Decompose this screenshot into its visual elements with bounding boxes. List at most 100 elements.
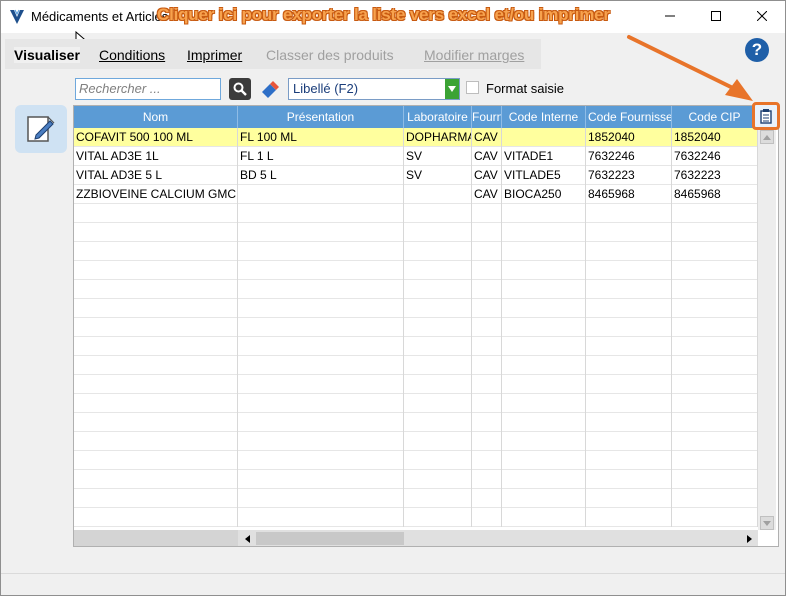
table-row-empty xyxy=(74,470,758,489)
column-header-fournisseur[interactable]: Fourn xyxy=(472,106,502,128)
cell-nom xyxy=(74,432,238,451)
table-row-empty xyxy=(74,242,758,261)
tab-conditions[interactable]: Conditions xyxy=(99,47,165,63)
column-header-presentation[interactable]: Présentation xyxy=(238,106,404,128)
cell-code-fournisseur xyxy=(586,451,672,470)
scroll-down-button[interactable] xyxy=(760,516,774,530)
table-row-empty xyxy=(74,204,758,223)
cell-code-fournisseur xyxy=(586,261,672,280)
horizontal-scroll-filler xyxy=(74,530,238,546)
vertical-scrollbar[interactable] xyxy=(758,128,776,530)
cell-presentation xyxy=(238,204,404,223)
cell-laboratoire xyxy=(404,375,472,394)
cell-fournisseur xyxy=(472,394,502,413)
cell-fournisseur xyxy=(472,299,502,318)
tab-visualiser[interactable]: Visualiser xyxy=(14,47,80,63)
cell-code-fournisseur xyxy=(586,375,672,394)
cell-fournisseur: CAV xyxy=(472,166,502,185)
cell-code-interne xyxy=(502,432,586,451)
table-row[interactable]: VITAL AD3E 5 L BD 5 L SV CAV VITLADE5 7632223… xyxy=(74,166,758,185)
cell-code-cip xyxy=(672,413,758,432)
sort-field-value: Libellé (F2) xyxy=(293,81,359,96)
cell-presentation xyxy=(238,356,404,375)
close-button[interactable] xyxy=(739,1,785,31)
cell-code-interne xyxy=(502,280,586,299)
cell-presentation xyxy=(238,280,404,299)
cell-code-fournisseur xyxy=(586,299,672,318)
cell-code-cip xyxy=(672,299,758,318)
cell-nom: VITAL AD3E 1L xyxy=(74,147,238,166)
scroll-left-button[interactable] xyxy=(240,532,254,545)
cell-nom xyxy=(74,318,238,337)
menu-tab-bar: Visualiser Conditions Imprimer Classer d… xyxy=(5,39,541,69)
table-row[interactable]: COFAVIT 500 100 ML FL 100 ML DOPHARMA CAV 18… xyxy=(74,128,758,147)
cell-fournisseur xyxy=(472,223,502,242)
cell-code-fournisseur xyxy=(586,318,672,337)
cell-laboratoire xyxy=(404,508,472,527)
horizontal-scroll-thumb[interactable] xyxy=(256,532,404,545)
column-header-code-interne[interactable]: Code Interne xyxy=(502,106,586,128)
cell-laboratoire: SV xyxy=(404,147,472,166)
tab-imprimer[interactable]: Imprimer xyxy=(187,47,242,63)
cell-presentation: FL 100 ML xyxy=(238,128,404,147)
cell-laboratoire xyxy=(404,318,472,337)
table-row-empty xyxy=(74,394,758,413)
cell-code-fournisseur: 8465968 xyxy=(586,185,672,204)
cell-code-fournisseur xyxy=(586,470,672,489)
cell-code-cip: 7632223 xyxy=(672,166,758,185)
table-row-empty xyxy=(74,432,758,451)
search-icon xyxy=(233,82,247,96)
scroll-right-button[interactable] xyxy=(742,532,756,545)
cell-code-cip xyxy=(672,451,758,470)
cell-code-fournisseur xyxy=(586,356,672,375)
cell-code-fournisseur xyxy=(586,508,672,527)
column-header-laboratoire[interactable]: Laboratoire xyxy=(404,106,472,128)
chevron-down-icon[interactable] xyxy=(445,79,459,99)
cell-code-fournisseur xyxy=(586,489,672,508)
sort-field-select[interactable]: Libellé (F2) xyxy=(288,78,460,100)
minimize-button[interactable] xyxy=(647,1,693,31)
table-row-empty xyxy=(74,299,758,318)
scroll-up-button[interactable] xyxy=(760,130,774,144)
table-row-empty xyxy=(74,261,758,280)
maximize-button[interactable] xyxy=(693,1,739,31)
cell-code-fournisseur: 7632246 xyxy=(586,147,672,166)
cell-fournisseur xyxy=(472,242,502,261)
column-header-code-cip[interactable]: Code CIP xyxy=(672,106,758,128)
eraser-icon[interactable] xyxy=(259,79,279,99)
cell-code-cip xyxy=(672,280,758,299)
table-row[interactable]: VITAL AD3E 1L FL 1 L SV CAV VITADE1 7632246 76… xyxy=(74,147,758,166)
cell-laboratoire xyxy=(404,432,472,451)
tab-classer-produits[interactable]: Classer des produits xyxy=(266,47,394,63)
cell-presentation xyxy=(238,318,404,337)
cell-code-fournisseur xyxy=(586,223,672,242)
format-saisie-checkbox[interactable] xyxy=(466,81,479,94)
cell-code-fournisseur xyxy=(586,413,672,432)
cell-presentation xyxy=(238,489,404,508)
cell-presentation xyxy=(238,413,404,432)
cell-code-interne xyxy=(502,337,586,356)
cell-code-cip xyxy=(672,489,758,508)
cell-code-interne xyxy=(502,451,586,470)
horizontal-scrollbar[interactable] xyxy=(238,530,758,546)
tab-modifier-marges[interactable]: Modifier marges xyxy=(424,47,524,63)
table-row[interactable]: ZZBIOVEINE CALCIUM GMC CAV BIOCA250 8465968… xyxy=(74,185,758,204)
cell-code-fournisseur xyxy=(586,204,672,223)
cell-code-cip xyxy=(672,242,758,261)
export-print-button[interactable] xyxy=(752,102,780,130)
cell-presentation xyxy=(238,470,404,489)
cell-nom xyxy=(74,489,238,508)
status-bar xyxy=(1,573,785,595)
cell-code-fournisseur xyxy=(586,242,672,261)
cell-presentation xyxy=(238,261,404,280)
column-header-nom[interactable]: Nom xyxy=(74,106,238,128)
cell-presentation xyxy=(238,223,404,242)
edit-tool-button[interactable] xyxy=(15,105,67,153)
cell-nom xyxy=(74,261,238,280)
search-button[interactable] xyxy=(229,78,251,100)
cell-code-interne xyxy=(502,204,586,223)
cell-nom xyxy=(74,280,238,299)
search-input[interactable]: Rechercher ... xyxy=(75,78,221,100)
column-header-code-fournisseur[interactable]: Code Fournisse xyxy=(586,106,672,128)
cell-code-fournisseur xyxy=(586,280,672,299)
